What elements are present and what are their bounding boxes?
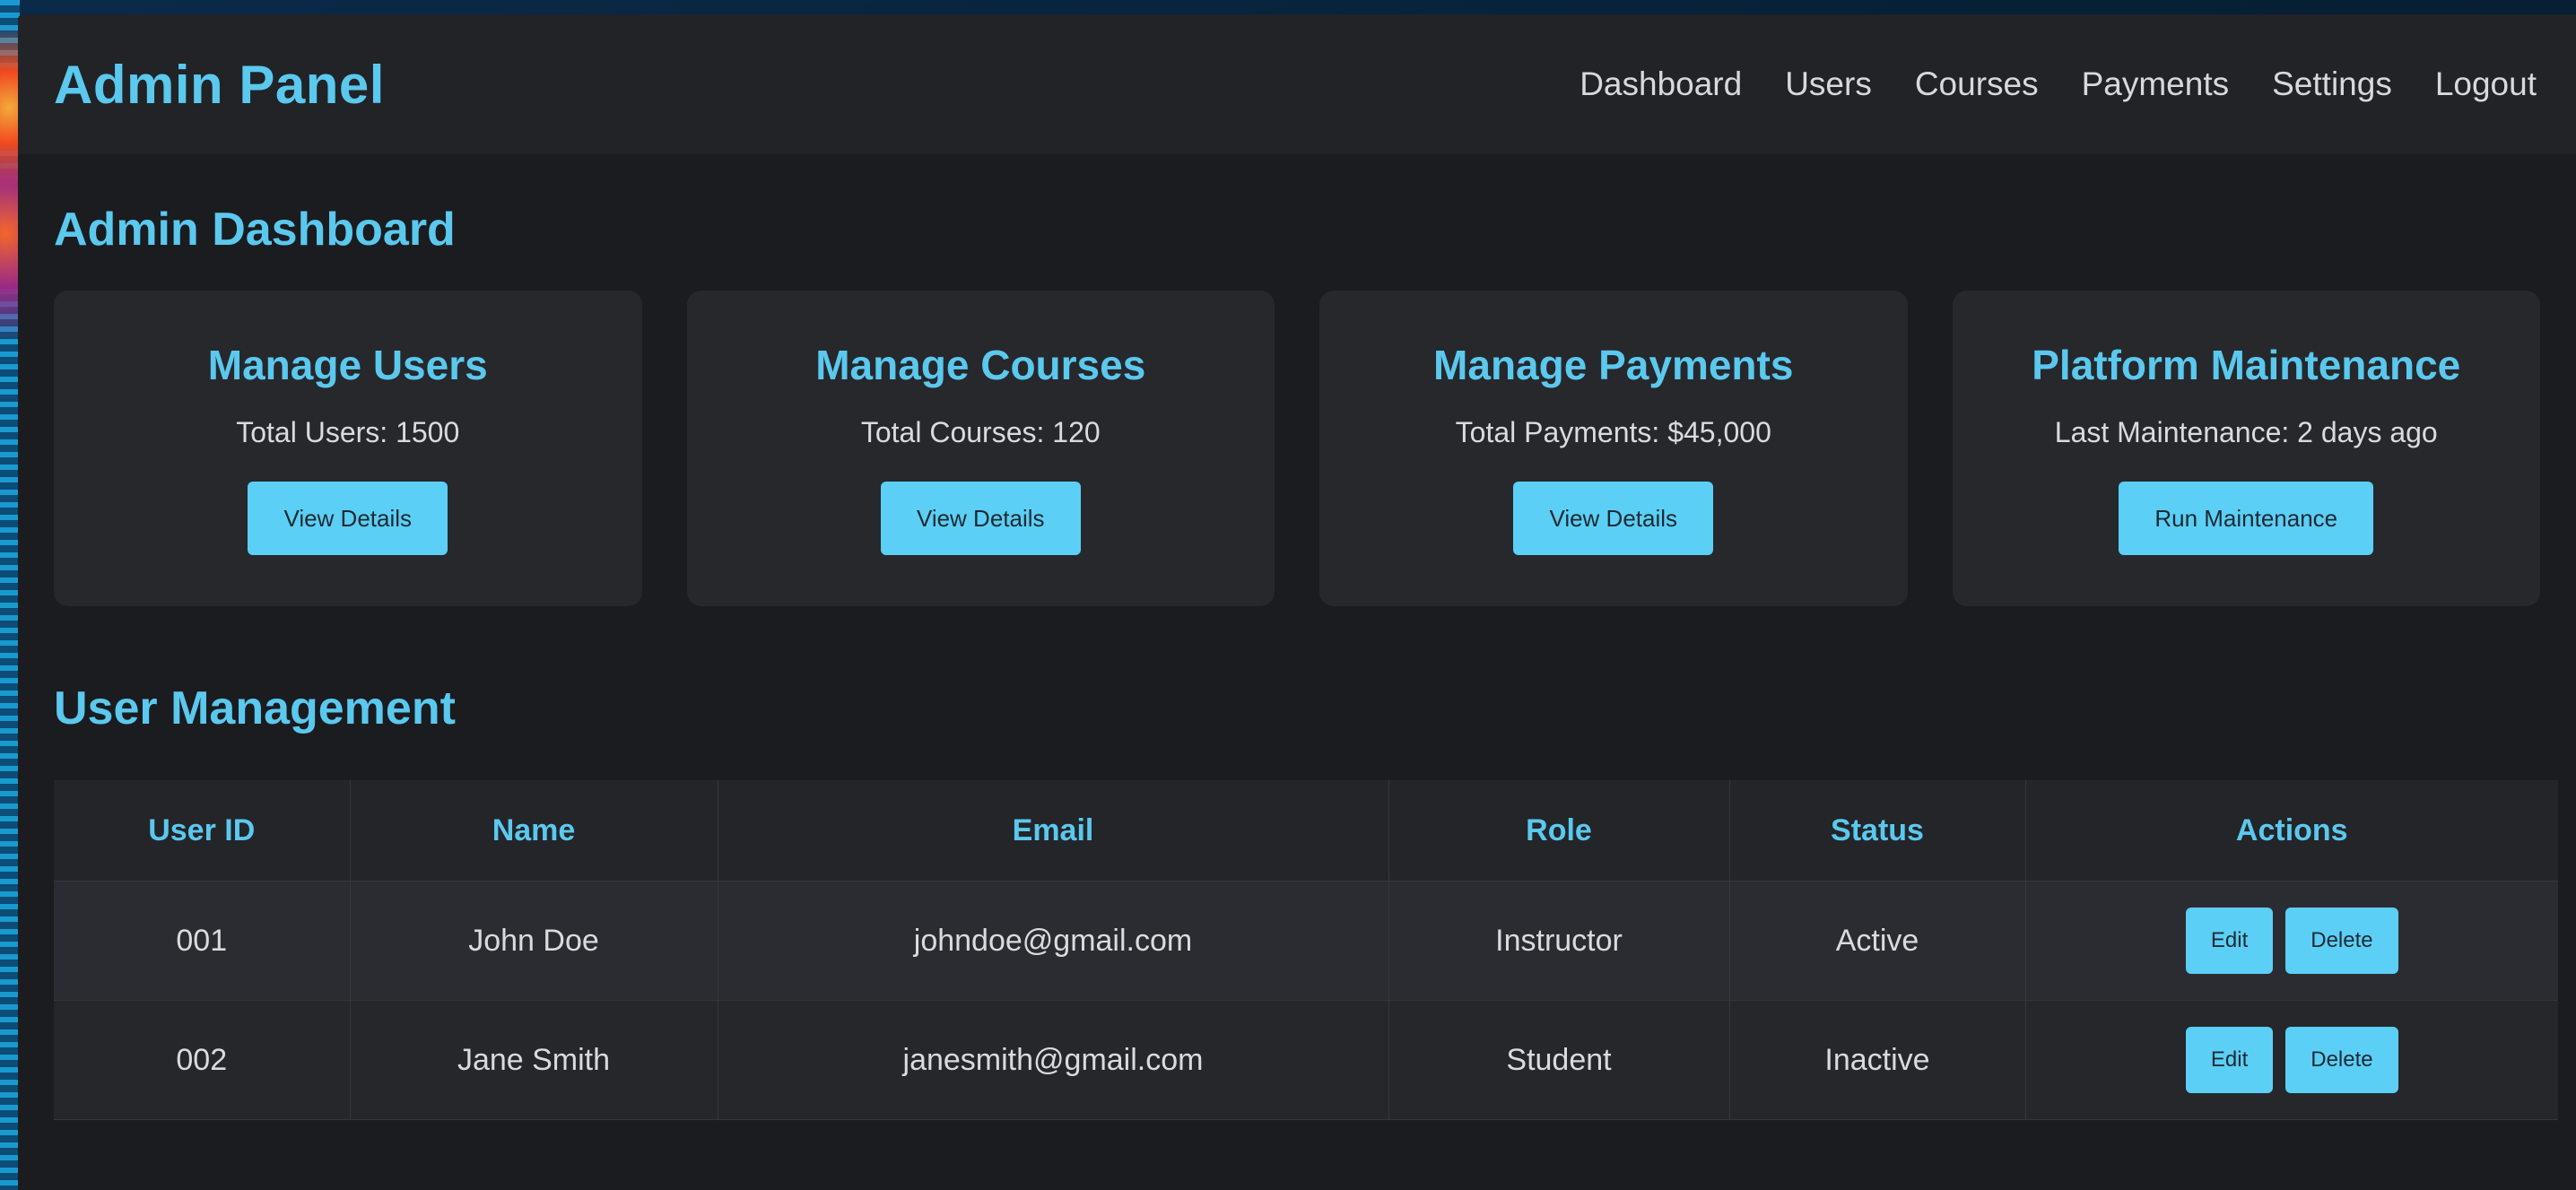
column-header-status: Status bbox=[1729, 780, 2026, 882]
dashboard-cards: Manage Users Total Users: 1500 View Deta… bbox=[54, 291, 2540, 606]
brand-title: Admin Panel bbox=[54, 54, 385, 115]
column-header-user-id: User ID bbox=[54, 780, 351, 882]
cell-user-id: 002 bbox=[54, 1000, 351, 1120]
nav-payments[interactable]: Payments bbox=[2060, 65, 2251, 103]
card-manage-courses: Manage Courses Total Courses: 120 View D… bbox=[686, 291, 1275, 606]
card-title: Manage Users bbox=[207, 342, 488, 388]
view-payments-button[interactable]: View Details bbox=[1513, 482, 1714, 555]
main-content: Admin Dashboard Manage Users Total Users… bbox=[18, 154, 2576, 1120]
card-stat: Total Courses: 120 bbox=[860, 416, 1101, 448]
admin-window: Admin Panel Dashboard Users Courses Paym… bbox=[18, 14, 2576, 1190]
view-courses-button[interactable]: View Details bbox=[880, 482, 1081, 555]
cell-email: johndoe@gmail.com bbox=[718, 881, 1389, 1001]
cell-role: Instructor bbox=[1388, 881, 1730, 1001]
card-stat: Total Users: 1500 bbox=[236, 416, 460, 448]
card-title: Manage Payments bbox=[1433, 342, 1794, 388]
row-actions: Edit Delete bbox=[2027, 908, 2558, 974]
nav-courses[interactable]: Courses bbox=[1893, 65, 2060, 103]
nav-dashboard[interactable]: Dashboard bbox=[1558, 65, 1763, 103]
card-stat: Last Maintenance: 2 days ago bbox=[2054, 416, 2438, 448]
row-actions: Edit Delete bbox=[2027, 1027, 2558, 1093]
cell-actions: Edit Delete bbox=[2025, 1000, 2558, 1120]
cell-name: Jane Smith bbox=[350, 1000, 718, 1120]
user-management-title: User Management bbox=[54, 682, 456, 734]
cell-email: janesmith@gmail.com bbox=[718, 1000, 1389, 1120]
column-header-role: Role bbox=[1388, 780, 1730, 882]
nav-users[interactable]: Users bbox=[1763, 65, 1893, 103]
table-header-row: User ID Name Email Role Status Actions bbox=[54, 780, 2558, 882]
delete-button[interactable]: Delete bbox=[2285, 1027, 2398, 1093]
cell-user-id: 001 bbox=[54, 881, 351, 1001]
users-table-container: User ID Name Email Role Status Actions 0… bbox=[54, 780, 2558, 1120]
cell-role: Student bbox=[1388, 1000, 1730, 1120]
edit-button[interactable]: Edit bbox=[2185, 1027, 2274, 1093]
cell-status: Active bbox=[1729, 881, 2026, 1001]
card-manage-users: Manage Users Total Users: 1500 View Deta… bbox=[54, 291, 642, 606]
dashboard-title: Admin Dashboard bbox=[54, 204, 456, 256]
run-maintenance-button[interactable]: Run Maintenance bbox=[2119, 482, 2374, 555]
column-header-email: Email bbox=[718, 780, 1389, 882]
column-header-actions: Actions bbox=[2025, 780, 2558, 882]
table-row: 002 Jane Smith janesmith@gmail.com Stude… bbox=[54, 1000, 2558, 1120]
delete-button[interactable]: Delete bbox=[2285, 908, 2398, 974]
card-manage-payments: Manage Payments Total Payments: $45,000 … bbox=[1319, 291, 1908, 606]
desktop-wallpaper-edge bbox=[0, 0, 20, 1190]
card-platform-maintenance: Platform Maintenance Last Maintenance: 2… bbox=[1952, 291, 2540, 606]
navbar: Admin Panel Dashboard Users Courses Paym… bbox=[18, 14, 2576, 154]
cell-name: John Doe bbox=[350, 881, 718, 1001]
table-row: 001 John Doe johndoe@gmail.com Instructo… bbox=[54, 881, 2558, 1001]
column-header-name: Name bbox=[350, 780, 718, 882]
view-users-button[interactable]: View Details bbox=[248, 482, 448, 555]
card-title: Manage Courses bbox=[815, 342, 1146, 388]
card-stat: Total Payments: $45,000 bbox=[1455, 416, 1771, 448]
edit-button[interactable]: Edit bbox=[2185, 908, 2274, 974]
card-title: Platform Maintenance bbox=[2032, 342, 2461, 388]
nav-logout[interactable]: Logout bbox=[2414, 65, 2558, 103]
nav-links: Dashboard Users Courses Payments Setting… bbox=[1558, 65, 2558, 103]
nav-settings[interactable]: Settings bbox=[2250, 65, 2414, 103]
cell-status: Inactive bbox=[1729, 1000, 2026, 1120]
cell-actions: Edit Delete bbox=[2025, 881, 2558, 1001]
users-table: User ID Name Email Role Status Actions 0… bbox=[54, 780, 2558, 1120]
